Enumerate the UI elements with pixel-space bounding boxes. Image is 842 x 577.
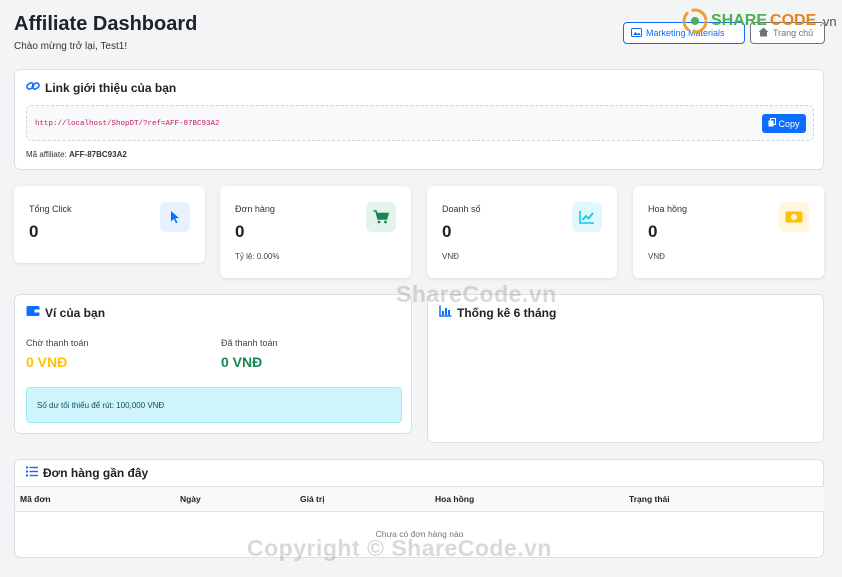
affiliate-code-label: Mã affiliate: — [26, 150, 67, 159]
link-icon — [26, 80, 40, 95]
referral-heading: Link giới thiệu của bạn — [26, 80, 176, 95]
stat-value: 0 — [235, 222, 245, 241]
empty-orders-text: Chưa có đơn hàng nào — [375, 529, 464, 540]
bar-chart-icon — [439, 305, 452, 320]
stat-label: Hoa hồng — [648, 204, 688, 214]
wallet-icon — [26, 305, 40, 320]
referral-url[interactable]: http://localhost/ShopDT/?ref=AFF-87BC93A… — [35, 120, 220, 128]
cursor-icon — [160, 202, 190, 232]
pending-label: Chờ thanh toán — [26, 338, 89, 348]
stat-sub: VNĐ — [442, 252, 459, 261]
logo-text-vn: .vn — [819, 13, 837, 29]
pending-value: 0 VNĐ — [26, 354, 68, 370]
stat-sub: VNĐ — [648, 252, 665, 261]
welcome-text: Chào mừng trở lại, Test1! — [14, 41, 128, 52]
stats-6-months-heading: Thống kê 6 tháng — [439, 305, 556, 320]
paid-value: 0 VNĐ — [221, 354, 263, 370]
column-order-id: Mã đơn — [15, 486, 175, 512]
stat-value: 0 — [648, 222, 658, 241]
recent-orders-heading: Đơn hàng gần đây — [26, 466, 148, 480]
referral-heading-text: Link giới thiệu của bạn — [45, 80, 177, 95]
affiliate-code-value: AFF-87BC93A2 — [69, 150, 127, 159]
copy-button[interactable]: Copy — [762, 114, 806, 133]
column-date: Ngày — [175, 486, 295, 512]
stat-card-clicks: Tổng Click 0 — [14, 186, 205, 263]
orders-table: Mã đơn Ngày Giá trị Hoa hồng Trạng thái … — [15, 486, 824, 557]
sharecode-logo-icon — [682, 8, 708, 34]
empty-row: Chưa có đơn hàng nào — [15, 512, 824, 557]
stat-value: 0 — [442, 222, 452, 241]
recent-orders-card: Đơn hàng gần đây Mã đơn Ngày Giá trị Hoa… — [14, 459, 824, 558]
stat-label: Tổng Click — [29, 204, 72, 214]
column-status: Trạng thái — [624, 486, 824, 512]
logo-text-code: CODE — [770, 12, 817, 29]
stat-sub: Tỷ lệ: 0.00% — [235, 252, 280, 261]
logo-text-share: SHARE — [711, 12, 768, 29]
page-title: Affiliate Dashboard — [14, 13, 198, 35]
wallet-card: Ví của bạn Chờ thanh toán 0 VNĐ Đã thanh… — [14, 294, 412, 434]
stat-value: 0 — [29, 222, 39, 241]
paid-label: Đã thanh toán — [221, 338, 278, 348]
money-icon — [779, 202, 809, 232]
orders-table-header: Mã đơn Ngày Giá trị Hoa hồng Trạng thái — [15, 486, 824, 512]
referral-link-card: Link giới thiệu của bạn http://localhost… — [14, 69, 824, 170]
stats-6-months-heading-text: Thống kê 6 tháng — [457, 305, 557, 320]
stat-card-commission: Hoa hồng 0 VNĐ — [633, 186, 824, 278]
stat-label: Doanh số — [442, 204, 481, 214]
stat-card-orders: Đơn hàng 0 Tỷ lệ: 0.00% — [220, 186, 411, 278]
chart-line-icon — [572, 202, 602, 232]
copy-label: Copy — [778, 118, 800, 129]
sharecode-logo: SHARE CODE .vn — [682, 8, 837, 34]
image-icon — [631, 27, 642, 39]
wallet-heading-text: Ví của bạn — [45, 305, 106, 320]
column-commission: Hoa hồng — [430, 486, 624, 512]
min-withdraw-alert: Số dư tối thiểu để rút: 100,000 VNĐ — [26, 387, 402, 423]
recent-orders-heading-text: Đơn hàng gần đây — [43, 466, 149, 480]
referral-link-box: http://localhost/ShopDT/?ref=AFF-87BC93A… — [26, 105, 814, 141]
cart-icon — [366, 202, 396, 232]
affiliate-code: Mã affiliate: AFF-87BC93A2 — [26, 150, 127, 159]
list-icon — [26, 466, 38, 480]
stats-6-months-card: Thống kê 6 tháng — [427, 294, 824, 443]
wallet-heading: Ví của bạn — [26, 305, 105, 320]
copy-icon — [768, 118, 777, 129]
stat-label: Đơn hàng — [235, 204, 275, 214]
stat-card-revenue: Doanh số 0 VNĐ — [427, 186, 617, 278]
column-value: Giá trị — [295, 486, 430, 512]
